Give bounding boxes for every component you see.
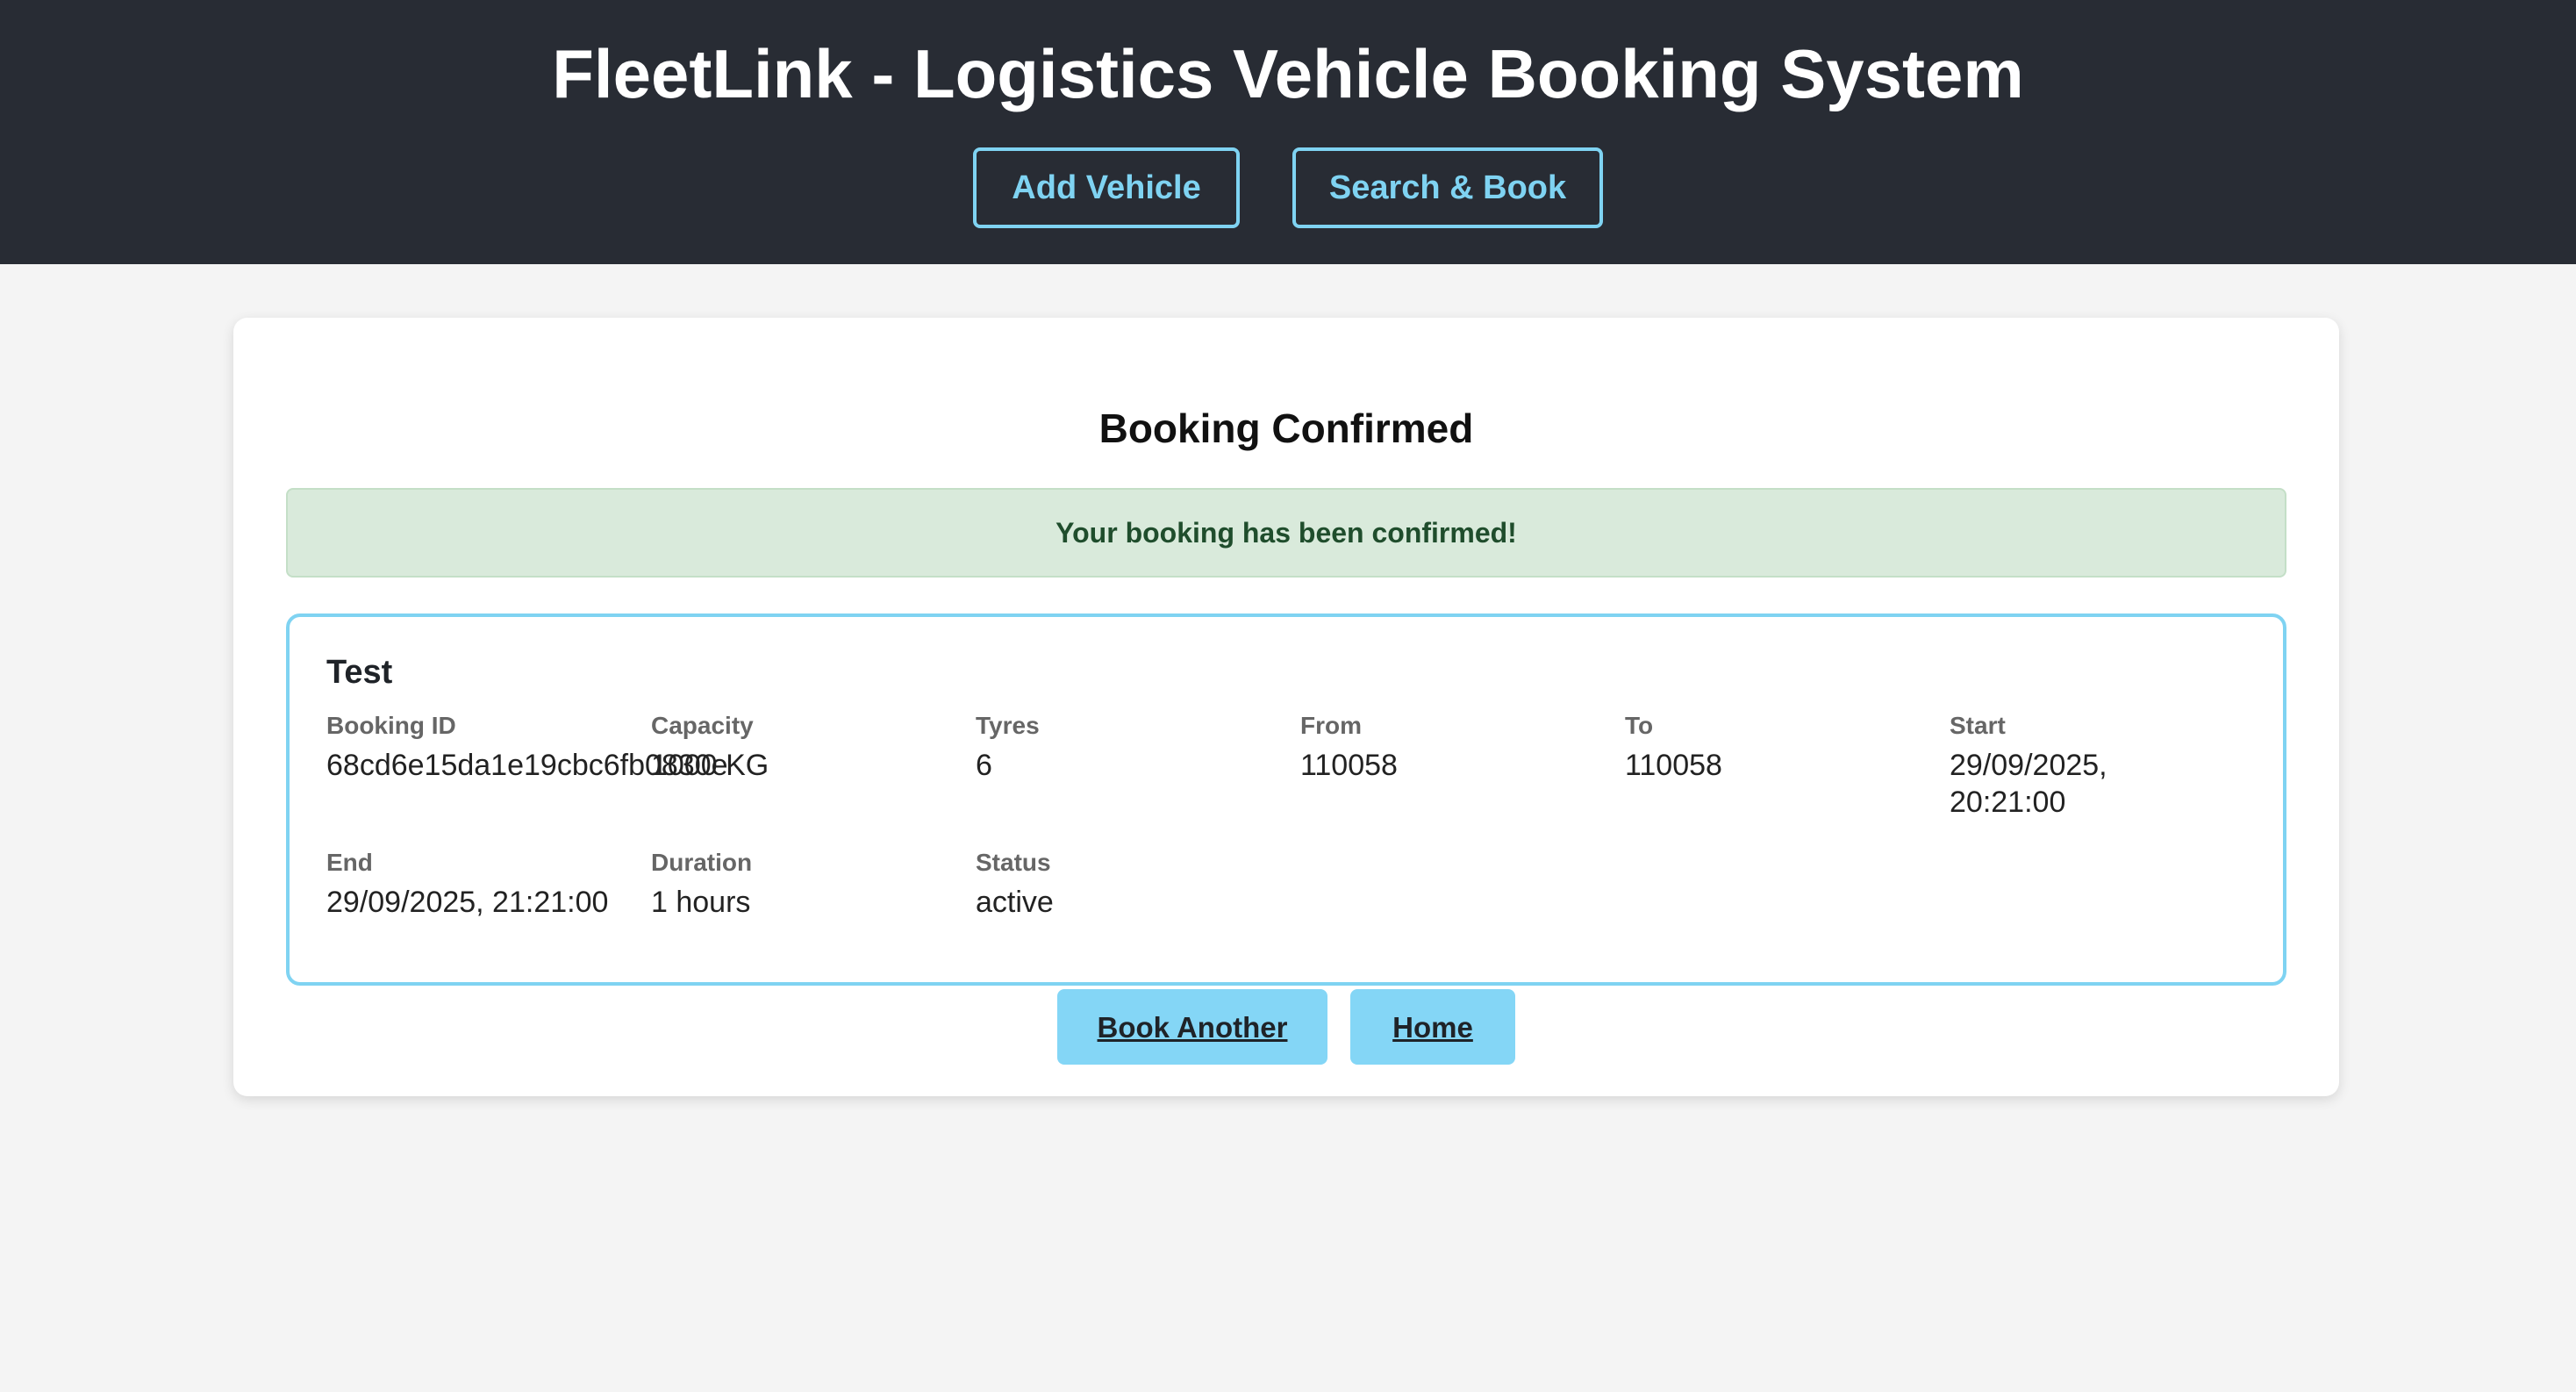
- field-label: Duration: [651, 849, 753, 876]
- confirmation-card: Booking Confirmed Your booking has been …: [233, 318, 2339, 1096]
- capacity-field: Capacity 1000 KG: [651, 710, 949, 784]
- success-alert: Your booking has been confirmed!: [286, 488, 2286, 578]
- status-field: Status active: [976, 847, 1274, 921]
- field-label: Start: [1950, 712, 2006, 739]
- to-field: To 110058: [1625, 710, 1923, 784]
- start-field: Start 29/09/2025, 20:21:00: [1950, 710, 2178, 821]
- home-button[interactable]: Home: [1350, 989, 1515, 1065]
- confirmation-actions: Book Another Home: [233, 989, 2339, 1065]
- field-label: Status: [976, 849, 1051, 876]
- add-vehicle-button[interactable]: Add Vehicle: [973, 147, 1240, 228]
- field-value: 68cd6e15da1e19cbc6fb0830e: [326, 749, 728, 782]
- search-book-button[interactable]: Search & Book: [1292, 147, 1603, 228]
- field-value: 110058: [1625, 749, 1722, 782]
- field-label: Booking ID: [326, 712, 456, 739]
- field-value: 29/09/2025, 21:21:00: [326, 886, 609, 919]
- field-value: 1 hours: [651, 886, 751, 919]
- field-value: 6: [976, 749, 992, 782]
- page-title: Booking Confirmed: [1098, 405, 1474, 451]
- duration-field: Duration 1 hours: [651, 847, 949, 921]
- app-title: FleetLink - Logistics Vehicle Booking Sy…: [552, 35, 2024, 112]
- field-value: 29/09/2025, 20:21:00: [1950, 749, 2107, 819]
- booking-id-field: Booking ID 68cd6e15da1e19cbc6fb0830e: [326, 710, 728, 784]
- field-label: Capacity: [651, 712, 754, 739]
- field-label: To: [1625, 712, 1654, 739]
- field-label: From: [1300, 712, 1362, 739]
- app-header: FleetLink - Logistics Vehicle Booking Sy…: [0, 0, 2576, 264]
- field-label: Tyres: [976, 712, 1040, 739]
- booking-details: Test Booking ID 68cd6e15da1e19cbc6fb0830…: [286, 613, 2286, 986]
- main-nav: Add Vehicle Search & Book: [0, 147, 2576, 228]
- vehicle-name: Test: [326, 654, 393, 691]
- end-field: End 29/09/2025, 21:21:00: [326, 847, 625, 921]
- field-label: End: [326, 849, 373, 876]
- field-value: 1000 KG: [651, 749, 769, 782]
- tyres-field: Tyres 6: [976, 710, 1274, 784]
- field-value: active: [976, 886, 1054, 919]
- field-value: 110058: [1300, 749, 1398, 782]
- from-field: From 110058: [1300, 710, 1599, 784]
- book-another-button[interactable]: Book Another: [1057, 989, 1327, 1065]
